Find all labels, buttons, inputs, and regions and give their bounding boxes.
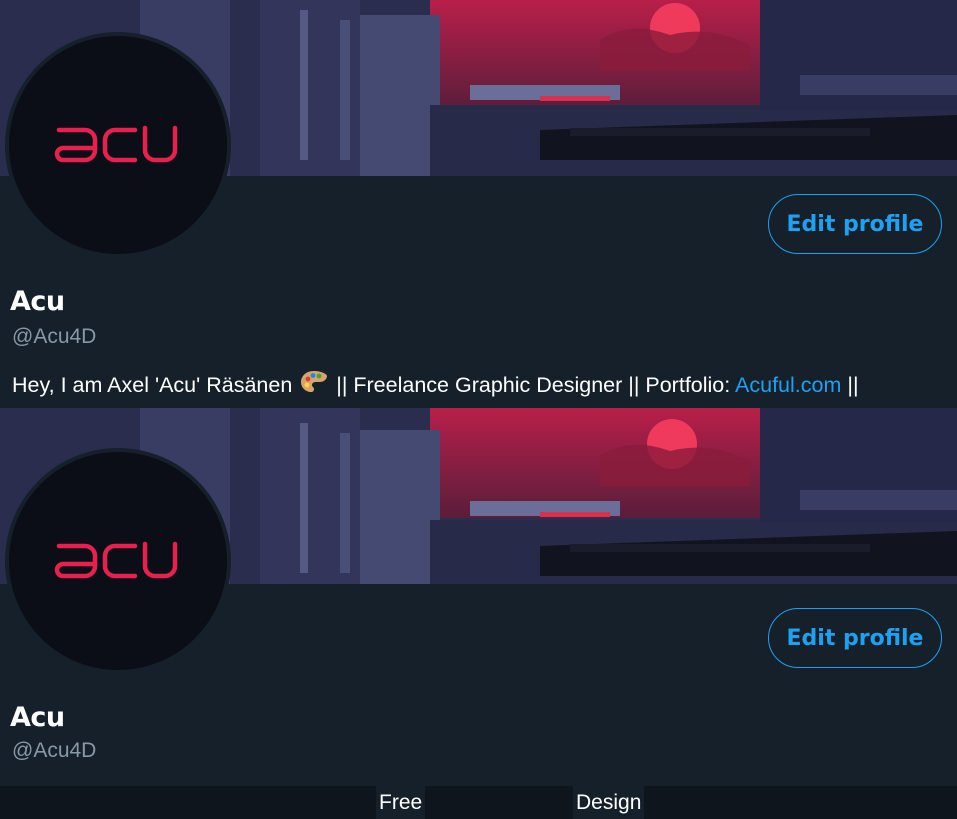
- portfolio-link[interactable]: Acuful.com: [735, 373, 841, 397]
- user-handle: @Acu4D: [12, 739, 97, 762]
- profile-avatar[interactable]: [5, 448, 231, 674]
- user-handle: @Acu4D: [12, 325, 97, 348]
- profile-card: Edit profile Acu @Acu4D Hey, I am Axel '…: [0, 0, 957, 408]
- display-name: Acu: [10, 702, 65, 733]
- bio-text-fragment-strip: Free Design: [0, 786, 957, 819]
- edit-profile-button[interactable]: Edit profile: [768, 194, 942, 254]
- edit-profile-button[interactable]: Edit profile: [768, 608, 942, 668]
- acu-logo-icon: [54, 125, 178, 163]
- profile-card: Edit profile Acu @Acu4D: [0, 408, 957, 786]
- bio-text-intro: Hey, I am Axel 'Acu' Räsänen: [12, 373, 293, 397]
- artist-palette-icon: [300, 370, 328, 400]
- bio-fragment-design: Design: [573, 786, 645, 819]
- profile-avatar[interactable]: [5, 32, 231, 258]
- bio-text-middle: || Freelance Graphic Designer || Portfol…: [336, 373, 731, 397]
- profile-bio: Hey, I am Axel 'Acu' Räsänen || Freelanc…: [12, 370, 859, 400]
- bio-fragment-free: Free: [376, 786, 426, 819]
- display-name: Acu: [10, 286, 65, 317]
- acu-logo-icon: [54, 541, 178, 579]
- bio-text-suffix: ||: [847, 373, 859, 397]
